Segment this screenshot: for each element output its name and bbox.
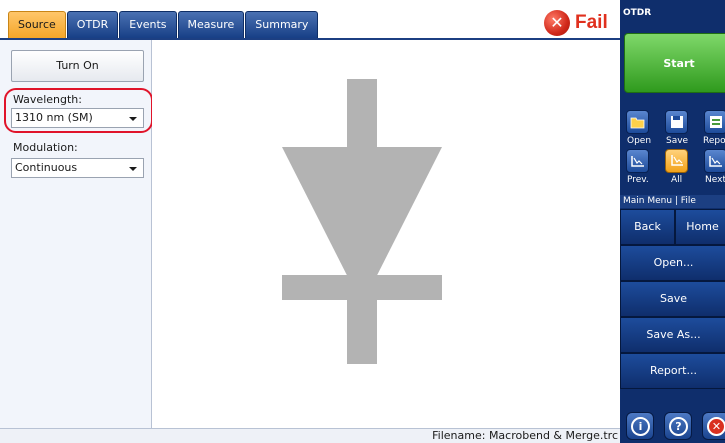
turn-on-button[interactable]: Turn On xyxy=(11,50,144,82)
open-label: Open xyxy=(627,136,652,146)
wavelength-select[interactable]: 1310 nm (SM) xyxy=(11,108,144,128)
save-label: Save xyxy=(666,136,689,146)
start-button[interactable]: Start xyxy=(624,33,725,93)
home-button[interactable]: Home xyxy=(675,209,725,245)
chevron-down-icon xyxy=(129,117,137,121)
back-button[interactable]: Back xyxy=(620,209,675,245)
app-title: OTDR xyxy=(623,8,652,18)
report-icon xyxy=(710,116,722,128)
tab-source[interactable]: Source xyxy=(8,11,66,38)
tab-bar: Source OTDR Events Measure Summary ✕ Fai… xyxy=(0,0,620,40)
status-fail-badge: ✕ Fail xyxy=(544,10,608,36)
source-settings-panel: Turn On Wavelength: 1310 nm (SM) Modulat… xyxy=(0,40,153,428)
status-fail-label: Fail xyxy=(575,12,608,33)
laser-diode-symbol-icon xyxy=(282,79,442,364)
menu-save-as-button[interactable]: Save As... xyxy=(620,317,725,353)
source-diagram-area xyxy=(152,40,620,428)
open-button[interactable] xyxy=(626,110,649,134)
tab-events[interactable]: Events xyxy=(119,11,177,38)
wavelength-value: 1310 nm (SM) xyxy=(15,111,93,124)
help-icon: ? xyxy=(669,417,688,436)
all-traces-button[interactable] xyxy=(665,149,688,173)
report-button[interactable] xyxy=(704,110,725,134)
prev-label: Prev. xyxy=(627,175,649,185)
folder-open-icon xyxy=(630,117,645,129)
menu-open-button[interactable]: Open... xyxy=(620,245,725,281)
breadcrumb: Main Menu | File xyxy=(620,195,725,208)
chevron-down-icon xyxy=(129,167,137,171)
prev-trace-button[interactable] xyxy=(626,149,649,173)
tab-otdr[interactable]: OTDR xyxy=(66,11,119,38)
report-label: Repor xyxy=(703,136,725,146)
modulation-select[interactable]: Continuous xyxy=(11,158,144,178)
modulation-value: Continuous xyxy=(15,161,78,174)
fail-x-icon: ✕ xyxy=(544,10,570,36)
all-label: All xyxy=(671,175,683,185)
menu-report-button[interactable]: Report... xyxy=(620,353,725,389)
side-panel: OTDR Start Open Save Repor xyxy=(620,0,725,443)
close-icon: ✕ xyxy=(707,417,725,436)
status-bar: Filename: Macrobend & Merge.trc xyxy=(0,428,620,443)
next-trace-button[interactable] xyxy=(704,149,725,173)
info-icon: i xyxy=(631,417,650,436)
modulation-label: Modulation: xyxy=(13,141,78,154)
tab-measure[interactable]: Measure xyxy=(177,11,245,38)
tab-list: Source OTDR Events Measure Summary xyxy=(8,11,319,38)
filename-label: Filename: Macrobend & Merge.trc xyxy=(432,429,618,442)
next-label: Next xyxy=(705,175,725,185)
trace-prev-icon xyxy=(631,156,644,167)
menu-save-button[interactable]: Save xyxy=(620,281,725,317)
close-button[interactable]: ✕ xyxy=(702,412,725,440)
wavelength-label: Wavelength: xyxy=(13,93,82,106)
help-button[interactable]: ? xyxy=(664,412,692,440)
save-button[interactable] xyxy=(665,110,688,134)
tab-summary[interactable]: Summary xyxy=(245,11,319,38)
floppy-disk-icon xyxy=(671,116,683,128)
info-button[interactable]: i xyxy=(626,412,654,440)
trace-all-icon xyxy=(671,155,683,166)
trace-next-icon xyxy=(709,156,722,167)
